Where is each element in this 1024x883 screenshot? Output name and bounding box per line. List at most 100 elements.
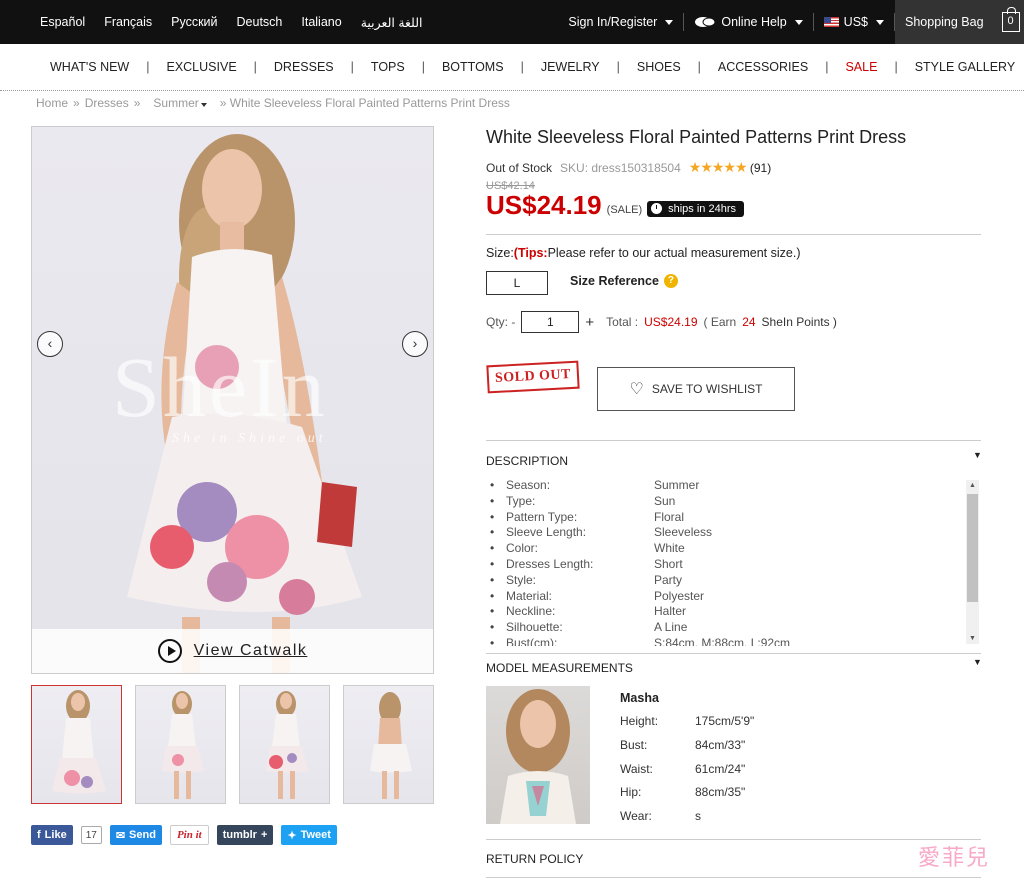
product-main-image[interactable]: SheIn She in Shine out ‹ › View Catwalk — [31, 126, 434, 674]
thumbnail-1[interactable] — [31, 685, 122, 804]
nav-separator: | — [421, 60, 425, 74]
breadcrumb-summer[interactable]: Summer — [153, 96, 207, 110]
bullet-icon: • — [490, 572, 495, 587]
nav-exclusive[interactable]: EXCLUSIVE — [166, 60, 236, 74]
qty-label-minus[interactable]: Qty: - — [486, 315, 515, 329]
earn-prefix: ( Earn — [703, 315, 737, 329]
rating[interactable]: ★★★★★ (91) — [689, 159, 771, 176]
shopping-bag-button[interactable]: Shopping Bag 0 — [895, 0, 1024, 44]
table-row: Waist: 61cm/24" — [620, 762, 754, 786]
bullet-icon: • — [490, 493, 495, 508]
breadcrumb-separator: » — [133, 96, 141, 110]
description-scrollbar[interactable]: ▲ ▼ — [966, 480, 979, 644]
list-item: • Silhouette: A Line — [490, 620, 981, 636]
desc-value: A Line — [654, 620, 688, 635]
lang-es[interactable]: Español — [40, 15, 85, 29]
pinterest-button[interactable]: Pin it — [169, 825, 209, 845]
earn-suffix: SheIn Points ) — [761, 315, 837, 329]
desc-key: Color: — [506, 541, 539, 556]
size-option-l[interactable]: L — [486, 271, 548, 295]
nav-separator: | — [825, 60, 829, 74]
thumbnail-3[interactable] — [239, 685, 330, 804]
nav-style-gallery[interactable]: STYLE GALLERY — [915, 60, 1016, 74]
ships-badge: ships in 24hrs — [647, 200, 744, 217]
caret-down-icon[interactable]: ▼ — [973, 657, 982, 667]
save-to-wishlist-button[interactable]: ♡ SAVE TO WISHLIST — [597, 367, 795, 411]
chevron-down-icon — [876, 19, 884, 25]
nav-dresses[interactable]: DRESSES — [274, 60, 334, 74]
online-help-link[interactable]: Online Help — [684, 0, 812, 44]
scrollbar-thumb[interactable] — [967, 494, 978, 602]
nav-jewelry[interactable]: JEWELRY — [541, 60, 600, 74]
play-icon — [157, 639, 182, 663]
desc-key: Bust(cm): — [506, 635, 558, 646]
quantity-input[interactable]: 1 — [521, 311, 580, 333]
desc-key: Season: — [506, 478, 551, 492]
desc-key: Style: — [506, 572, 537, 587]
quantity-plus-button[interactable]: + — [585, 314, 594, 331]
thumbnail-image — [52, 690, 106, 794]
nav-tops[interactable]: TOPS — [371, 60, 405, 74]
scroll-down-icon[interactable]: ▼ — [969, 635, 976, 642]
measure-key: Waist: — [620, 761, 653, 776]
sign-in-register-link[interactable]: Sign In/Register — [558, 0, 683, 44]
return-policy-heading[interactable]: RETURN POLICY — [486, 852, 583, 866]
messenger-send-button[interactable]: ✉ Send — [109, 825, 162, 845]
description-panel[interactable]: • Season: Summer • Type: Sun • Pattern Type: F… — [486, 478, 981, 646]
desc-key: Pattern Type: — [506, 509, 578, 524]
measure-key: Height: — [620, 714, 659, 728]
next-image-button[interactable]: › — [402, 331, 428, 357]
description-heading[interactable]: DESCRIPTION — [486, 454, 568, 468]
view-catwalk-button[interactable]: View Catwalk — [32, 629, 433, 673]
thumbnail-image — [370, 692, 412, 799]
list-item: • Pattern Type: Floral — [490, 510, 981, 526]
bullet-icon: • — [490, 541, 495, 556]
currency-selector[interactable]: US$ — [814, 0, 894, 44]
facebook-like-button[interactable]: f Like — [31, 825, 73, 845]
tips-label: (Tips: — [513, 246, 548, 260]
lang-fr[interactable]: Français — [104, 15, 152, 29]
tumblr-button[interactable]: tumblr + — [216, 825, 274, 845]
desc-key: Material: — [506, 588, 553, 603]
sku: SKU: dress150318504 — [560, 160, 681, 175]
desc-value: Summer — [654, 478, 700, 492]
lang-ru[interactable]: Русский — [171, 15, 217, 29]
nav-sale[interactable]: SALE — [845, 60, 877, 74]
lang-ar[interactable]: اللغة العربية — [361, 15, 423, 30]
table-row: Height: 175cm/5'9" — [620, 714, 754, 738]
measure-value: 61cm/24" — [695, 761, 746, 776]
scroll-up-icon[interactable]: ▲ — [969, 482, 976, 489]
nav-shoes[interactable]: SHOES — [637, 60, 681, 74]
category-nav: WHAT'S NEW | EXCLUSIVE | DRESSES | TOPS | BO… — [0, 44, 1024, 91]
lang-it[interactable]: Italiano — [301, 15, 341, 29]
list-item: • Color: White — [490, 541, 981, 557]
breadcrumb-summer-label: Summer — [153, 96, 199, 110]
model-measurements-heading[interactable]: MODEL MEASUREMENTS — [486, 661, 633, 675]
nav-accessories[interactable]: ACCESSORIES — [718, 60, 808, 74]
tweet-button[interactable]: ✦ Tweet — [281, 825, 337, 845]
size-label-row: Size:(Tips:Please refer to our actual me… — [486, 246, 801, 260]
corner-watermark: 愛菲兒 — [918, 846, 991, 871]
previous-image-button[interactable]: ‹ — [37, 331, 63, 357]
caret-down-icon[interactable]: ▼ — [973, 450, 982, 460]
breadcrumb-home[interactable]: Home — [36, 96, 68, 110]
chevron-down-icon — [200, 103, 207, 107]
desc-value: Sleeveless — [654, 525, 713, 540]
size-reference-link[interactable]: Size Reference ? — [570, 274, 678, 288]
bullet-icon: • — [490, 620, 495, 635]
desc-value: Short — [654, 556, 683, 571]
sold-out-stamp: SOLD OUT — [486, 360, 580, 394]
model-measurements-table: Height: 175cm/5'9" Bust: 84cm/33" Waist: 61… — [620, 714, 754, 833]
lang-de[interactable]: Deutsch — [237, 15, 283, 29]
thumbnail-2[interactable] — [135, 685, 226, 804]
thumbnail-4[interactable] — [343, 685, 434, 804]
nav-whats-new[interactable]: WHAT'S NEW — [50, 60, 129, 74]
watermark-logo: SheIn — [112, 339, 328, 435]
top-bar: Español Français Русский Deutsch Italian… — [0, 0, 1024, 44]
twitter-icon: ✦ — [287, 829, 297, 842]
nav-bottoms[interactable]: BOTTOMS — [442, 60, 504, 74]
model-photo — [486, 686, 590, 824]
model-portrait — [500, 689, 576, 824]
like-label: Like — [44, 829, 67, 841]
breadcrumb-dresses[interactable]: Dresses — [85, 96, 129, 110]
